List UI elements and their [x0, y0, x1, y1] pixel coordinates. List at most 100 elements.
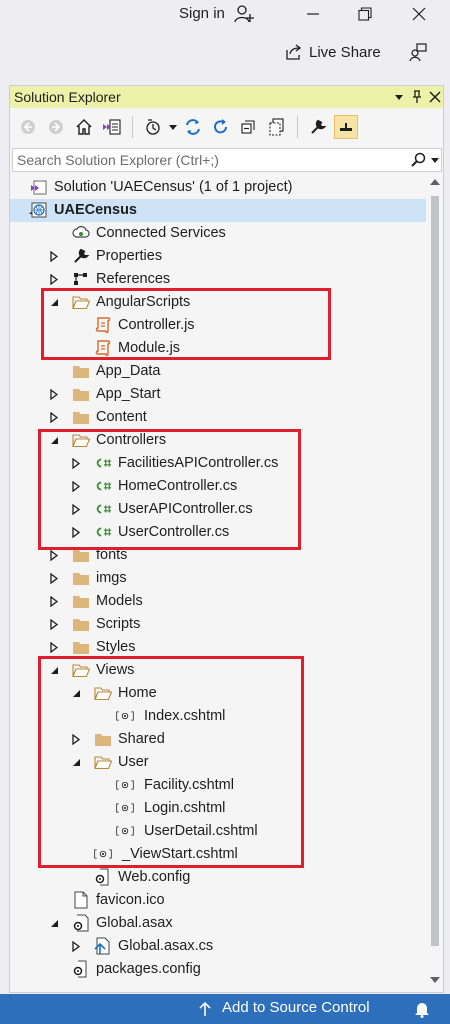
tree-item-label: App_Start — [96, 386, 161, 402]
collapsed-arrow-icon[interactable] — [48, 245, 60, 268]
collapsed-arrow-icon[interactable] — [70, 935, 82, 958]
minimize-icon[interactable] — [305, 6, 321, 22]
ico-file-icon — [72, 891, 90, 909]
search-icon[interactable] — [411, 152, 427, 168]
tree-item-app-data[interactable]: App_Data — [10, 360, 426, 383]
search-input[interactable]: Search Solution Explorer (Ctrl+;) — [12, 148, 442, 172]
solution-explorer-toolbar — [10, 110, 443, 144]
tree-item-connected-services[interactable]: Connected Services — [10, 222, 426, 245]
switch-views-icon[interactable] — [100, 115, 124, 139]
scroll-down-icon[interactable] — [430, 976, 440, 984]
folder-icon — [72, 385, 90, 403]
tree-item-label: Styles — [96, 639, 136, 655]
show-all-files-icon[interactable] — [265, 115, 289, 139]
highlight-box-angularscripts — [41, 288, 331, 360]
asax-file-icon — [72, 914, 90, 932]
sync-icon[interactable] — [181, 115, 205, 139]
sign-in-link[interactable]: Sign in — [179, 5, 225, 22]
tree-item-scripts[interactable]: Scripts — [10, 613, 426, 636]
tree-item-favicon-ico[interactable]: favicon.ico — [10, 889, 426, 912]
notification-bell-icon[interactable] — [412, 999, 432, 1019]
title-bar: Sign in Live Share — [0, 0, 450, 76]
add-account-icon[interactable] — [233, 3, 255, 25]
tree-item-imgs[interactable]: imgs — [10, 567, 426, 590]
connected-services-icon — [72, 224, 90, 242]
solution-icon — [30, 178, 48, 196]
live-share-label: Live Share — [309, 43, 381, 61]
collapsed-arrow-icon[interactable] — [48, 613, 60, 636]
add-to-source-control-button[interactable]: Add to Source Control — [222, 999, 370, 1016]
collapsed-arrow-icon[interactable] — [48, 383, 60, 406]
panel-title-bar: Solution Explorer — [10, 86, 443, 108]
dropdown-arrow-icon[interactable] — [393, 91, 405, 103]
tree-item-label: Global.asax — [96, 915, 173, 931]
scroll-up-icon[interactable] — [430, 178, 440, 186]
tree-item-label: Models — [96, 593, 143, 609]
pin-icon[interactable] — [411, 90, 423, 104]
tree-item-label: Global.asax.cs — [118, 938, 214, 954]
live-share-button[interactable]: Live Share — [285, 41, 381, 63]
home-icon[interactable] — [72, 115, 96, 139]
back-icon[interactable] — [16, 115, 40, 139]
tree-item-label: Web.config — [118, 869, 191, 885]
visual-studio-window: Sign in Live Share Solution Explorer Sea… — [0, 0, 450, 1024]
share-icon — [285, 44, 303, 60]
panel-title: Solution Explorer — [14, 89, 121, 105]
tree-item-label: Solution 'UAECensus' (1 of 1 project) — [54, 179, 293, 195]
csharp-doc-icon — [94, 937, 112, 955]
preview-selected-items-icon[interactable] — [334, 115, 358, 139]
expanded-arrow-icon[interactable] — [48, 912, 60, 935]
collapsed-arrow-icon[interactable] — [48, 590, 60, 613]
tree-item-label: Content — [96, 409, 147, 425]
folder-icon — [72, 592, 90, 610]
tree-item-label: Properties — [96, 248, 163, 264]
tree-item-label: References — [96, 271, 171, 287]
search-placeholder: Search Solution Explorer (Ctrl+;) — [17, 152, 219, 168]
tree-item-models[interactable]: Models — [10, 590, 426, 613]
scroll-thumb[interactable] — [431, 196, 439, 946]
folder-icon — [72, 408, 90, 426]
pending-changes-filter-icon[interactable] — [141, 115, 165, 139]
toolbar-separator — [132, 116, 133, 138]
collapsed-arrow-icon[interactable] — [48, 406, 60, 429]
vertical-scrollbar[interactable] — [428, 176, 442, 986]
tree-item-label: UAECensus — [54, 202, 137, 218]
tree-item-solution-uaecensus-1-of-1-project[interactable]: Solution 'UAECensus' (1 of 1 project) — [10, 176, 426, 199]
tree-item-global-asax[interactable]: Global.asax — [10, 912, 426, 935]
tree-item-label: favicon.ico — [96, 892, 165, 908]
tree-item-web-config[interactable]: Web.config — [10, 866, 426, 889]
collapsed-arrow-icon[interactable] — [48, 567, 60, 590]
highlight-box-controllers — [38, 429, 301, 550]
highlight-box-views — [38, 656, 304, 868]
filter-dropdown-icon[interactable] — [169, 123, 177, 131]
arrow-up-icon — [196, 1000, 214, 1018]
tree-item-label: App_Data — [96, 363, 161, 379]
toolbar-separator — [297, 116, 298, 138]
tree-item-properties[interactable]: Properties — [10, 245, 426, 268]
config-file-icon — [94, 868, 112, 886]
close-window-icon[interactable] — [411, 6, 427, 22]
web-project-icon — [30, 201, 48, 219]
restore-icon[interactable] — [357, 6, 373, 22]
tree-item-global-asax-cs[interactable]: Global.asax.cs — [10, 935, 426, 958]
folder-icon — [72, 638, 90, 656]
tree-item-content[interactable]: Content — [10, 406, 426, 429]
properties-wrench-icon[interactable] — [306, 115, 330, 139]
tree-item-packages-config[interactable]: packages.config — [10, 958, 426, 981]
folder-icon — [72, 569, 90, 587]
config-file-icon — [72, 960, 90, 978]
references-icon — [72, 270, 90, 288]
tree-item-label: Scripts — [96, 616, 141, 632]
refresh-icon[interactable] — [209, 115, 233, 139]
collapse-all-icon[interactable] — [237, 115, 261, 139]
search-options-icon[interactable] — [431, 156, 439, 164]
status-bar: Add to Source Control — [0, 994, 450, 1024]
tree-item-app-start[interactable]: App_Start — [10, 383, 426, 406]
tree-item-uaecensus[interactable]: UAECensus — [10, 199, 426, 222]
tree-item-label: packages.config — [96, 961, 201, 977]
close-panel-icon[interactable] — [429, 91, 441, 103]
feedback-icon[interactable] — [407, 41, 429, 63]
folder-icon — [72, 362, 90, 380]
folder-icon — [72, 615, 90, 633]
forward-icon[interactable] — [44, 115, 68, 139]
